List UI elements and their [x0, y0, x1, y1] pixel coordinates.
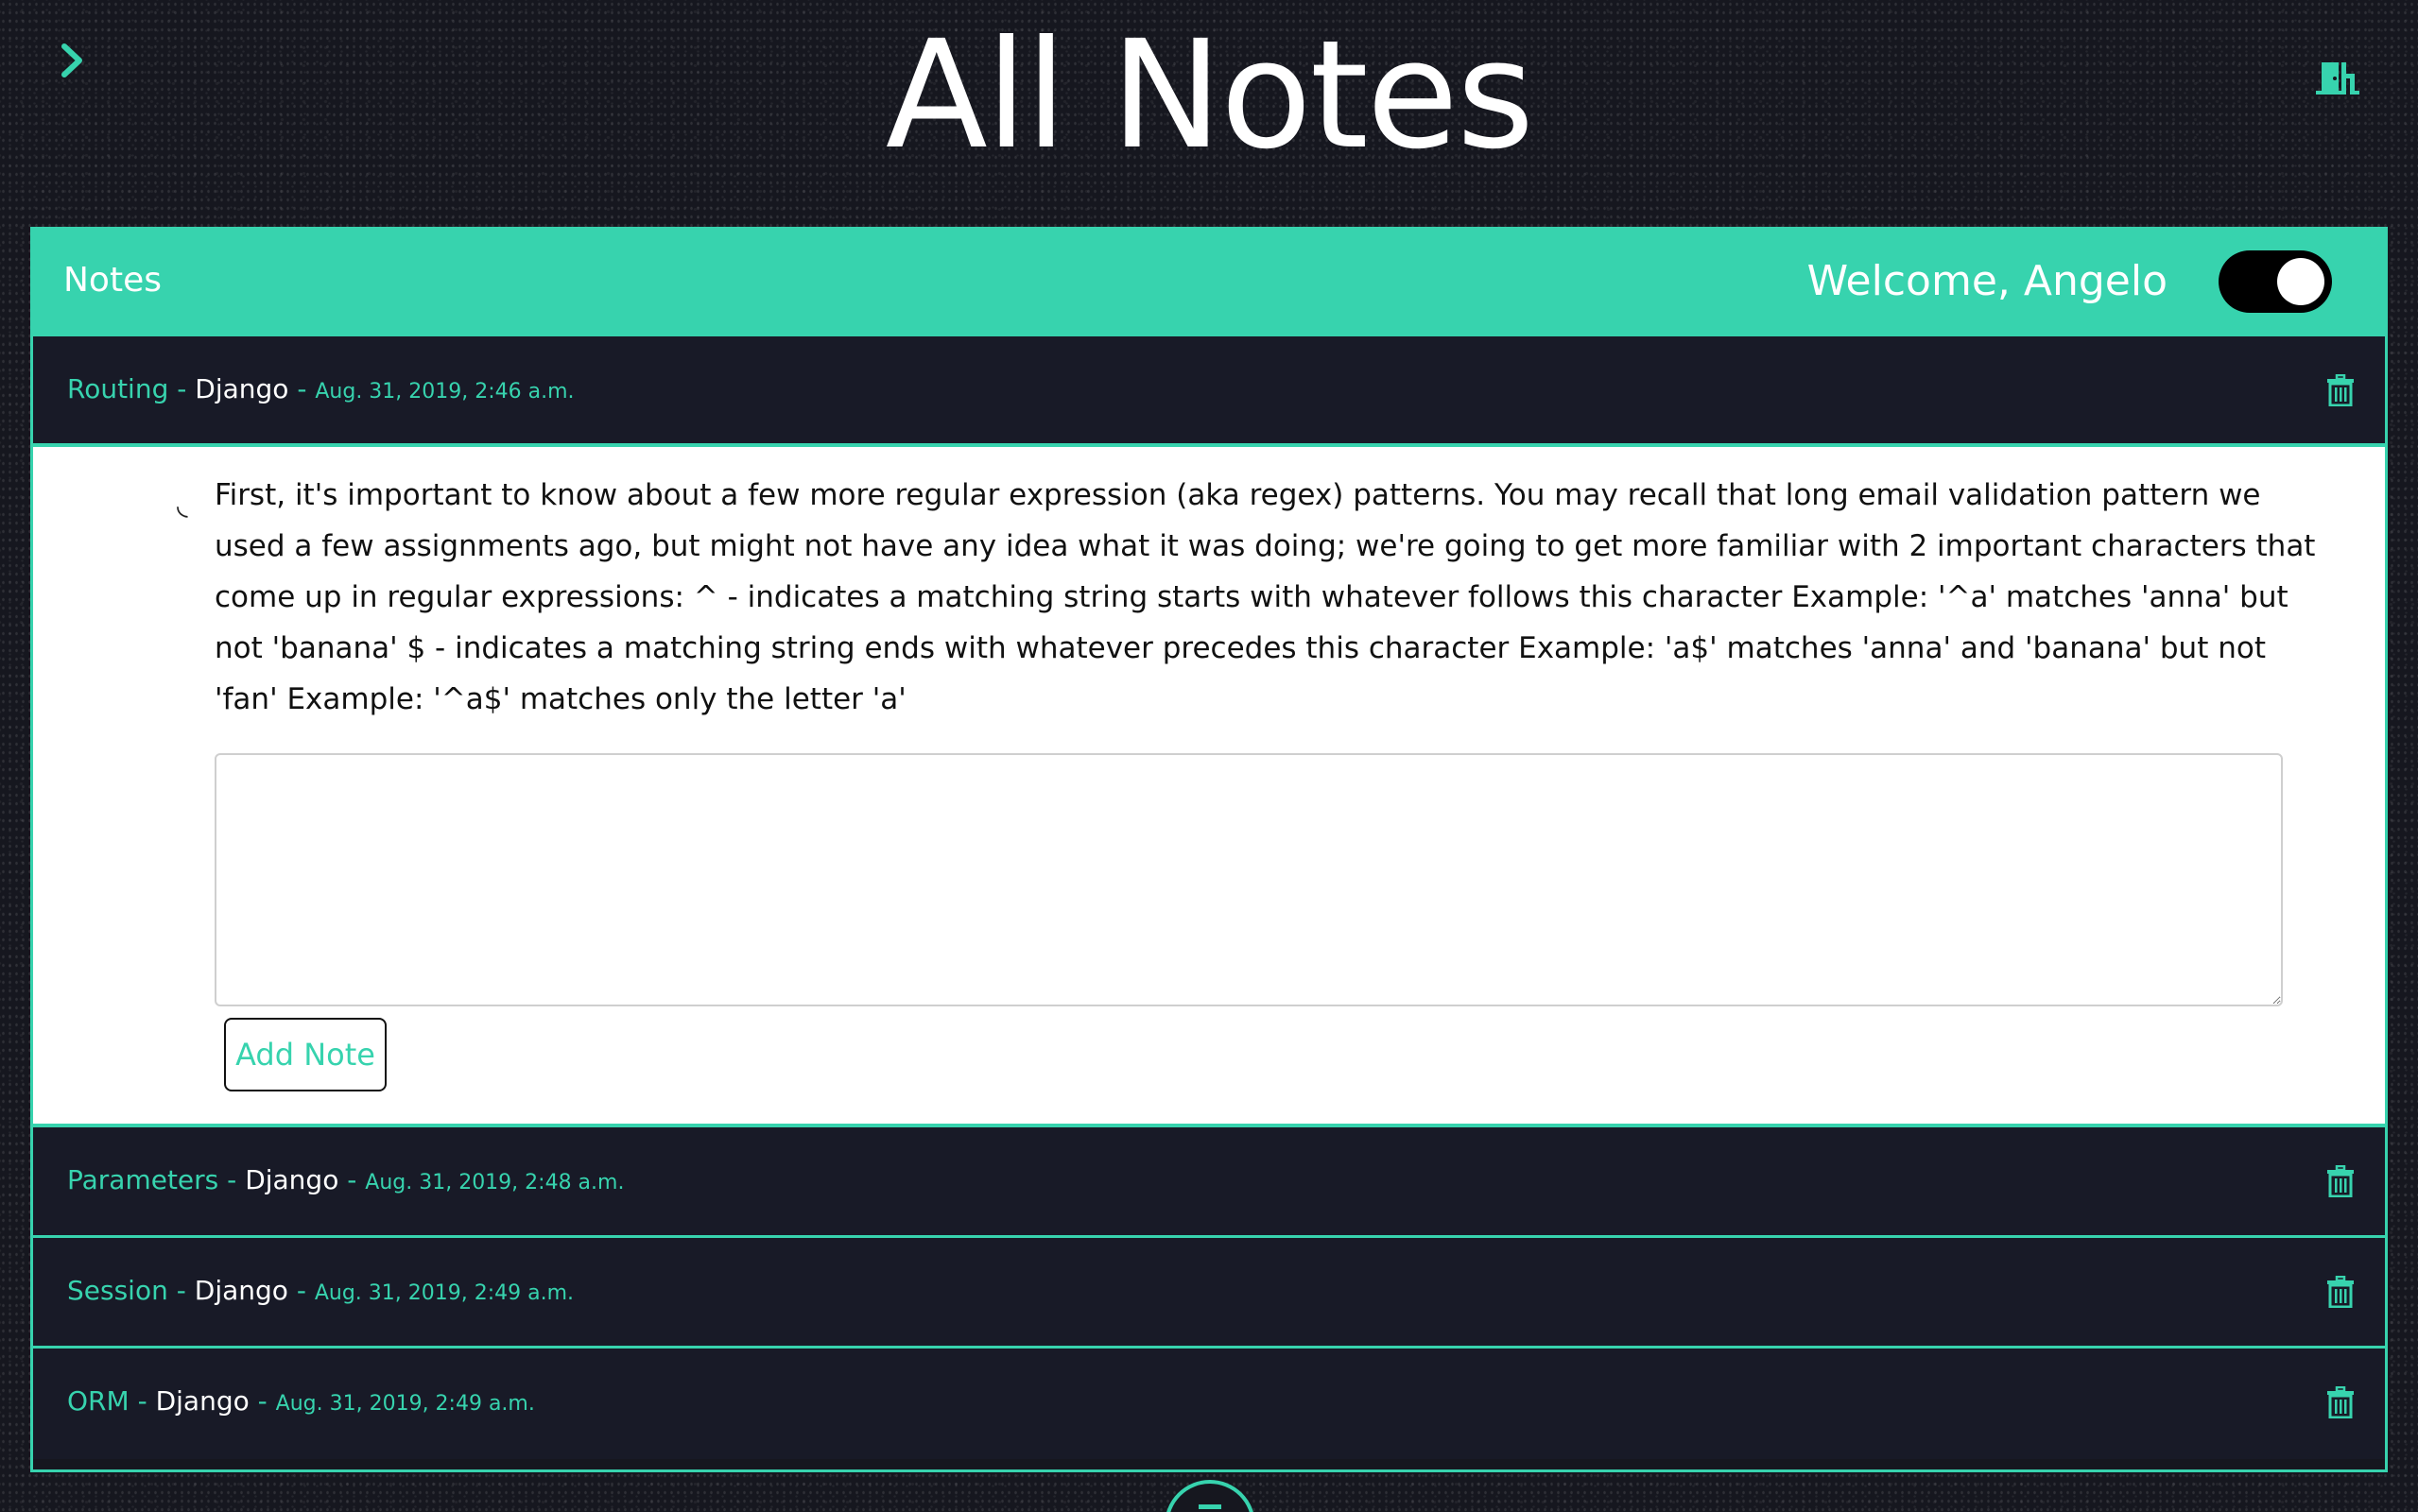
note-date: Aug. 31, 2019, 2:46 a.m.: [315, 380, 575, 404]
note-category: Django: [155, 1385, 250, 1417]
separator: -: [176, 1275, 186, 1306]
note-date: Aug. 31, 2019, 2:49 a.m.: [275, 1392, 535, 1416]
toggle-knob: [2277, 258, 2324, 305]
note-content: First, it's important to know about a fe…: [215, 478, 2316, 716]
note-heading: Session - Django - Aug. 31, 2019, 2:49 a…: [67, 1274, 574, 1311]
add-category-fab[interactable]: [1165, 1480, 1255, 1512]
notes-panel: Notes Welcome, Angelo Routing - Django -…: [30, 227, 2388, 1472]
theme-toggle[interactable]: [2219, 250, 2332, 313]
separator: -: [177, 373, 187, 404]
note-title: Session: [67, 1275, 168, 1306]
note-heading: Parameters - Django - Aug. 31, 2019, 2:4…: [67, 1163, 624, 1200]
note-heading: ORM - Django - Aug. 31, 2019, 2:49 a.m.: [67, 1384, 535, 1421]
note-heading: Routing - Django - Aug. 31, 2019, 2:46 a…: [67, 372, 575, 409]
page-header: All Notes: [0, 0, 2418, 227]
separator: -: [347, 1164, 357, 1195]
delete-note-button[interactable]: [2321, 1274, 2360, 1314]
note-category: Django: [245, 1164, 339, 1195]
separator: -: [137, 1385, 147, 1417]
bullet-icon: ◟: [177, 489, 188, 522]
note-row-routing[interactable]: Routing - Django - Aug. 31, 2019, 2:46 a…: [33, 336, 2385, 447]
new-note-textarea[interactable]: [215, 753, 2283, 1006]
trash-icon: [2326, 1164, 2355, 1201]
note-category: Django: [195, 373, 289, 404]
add-note-button[interactable]: Add Note: [224, 1018, 387, 1091]
trash-icon: [2326, 373, 2355, 410]
separator: -: [257, 1385, 268, 1417]
separator: -: [296, 1275, 306, 1306]
note-title: Parameters: [67, 1164, 219, 1195]
delete-note-button[interactable]: [2321, 1163, 2360, 1203]
panel-title: Notes: [63, 261, 162, 300]
note-date: Aug. 31, 2019, 2:49 a.m.: [314, 1281, 575, 1305]
note-body-routing: ◟ First, it's important to know about a …: [33, 447, 2385, 1127]
note-date: Aug. 31, 2019, 2:48 a.m.: [365, 1171, 625, 1194]
trash-icon: [2326, 1275, 2355, 1312]
welcome-message: Welcome, Angelo: [1806, 257, 2168, 305]
delete-note-button[interactable]: [2321, 372, 2360, 412]
note-row-session[interactable]: Session - Django - Aug. 31, 2019, 2:49 a…: [33, 1238, 2385, 1349]
page-title: All Notes: [885, 9, 1534, 182]
separator: -: [297, 373, 307, 404]
separator: -: [227, 1164, 237, 1195]
note-category: Django: [194, 1275, 288, 1306]
note-title: ORM: [67, 1385, 130, 1417]
trash-icon: [2326, 1385, 2355, 1422]
note-row-parameters[interactable]: Parameters - Django - Aug. 31, 2019, 2:4…: [33, 1127, 2385, 1238]
door-exit-icon: [2316, 59, 2359, 100]
menu-icon: [1199, 1504, 1221, 1509]
logout-button[interactable]: [2310, 53, 2365, 106]
panel-heading: Notes Welcome, Angelo: [33, 230, 2385, 336]
delete-note-button[interactable]: [2321, 1384, 2360, 1424]
note-row-orm[interactable]: ORM - Django - Aug. 31, 2019, 2:49 a.m.: [33, 1349, 2385, 1459]
note-title: Routing: [67, 373, 169, 404]
